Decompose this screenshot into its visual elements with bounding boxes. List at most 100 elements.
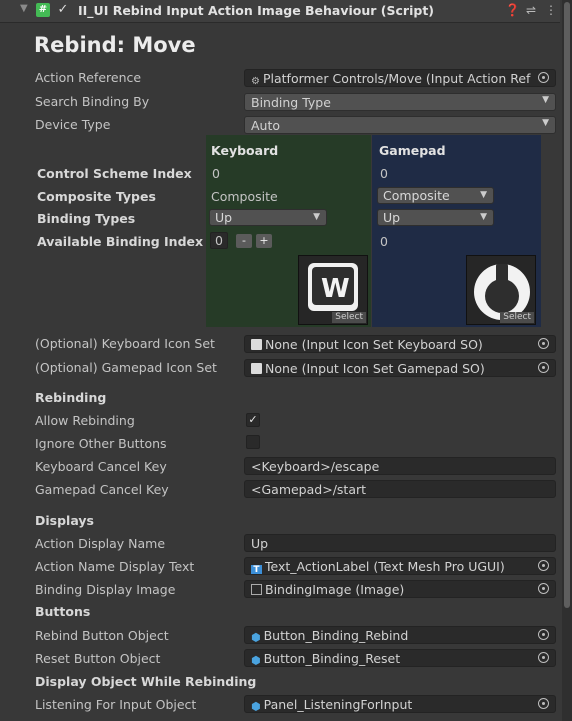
chevron-down-icon: ▼	[542, 118, 549, 128]
chevron-down-icon: ▼	[480, 190, 487, 200]
ignore-other-buttons-label: Ignore Other Buttons	[35, 436, 167, 451]
file-icon	[251, 363, 262, 374]
action-name-display-text-value: Text_ActionLabel (Text Mesh Pro UGUI)	[265, 559, 505, 574]
action-reference-value: Platformer Controls/Move (Input Action R…	[262, 71, 531, 86]
allow-rebinding-checkbox[interactable]: ✓	[246, 413, 260, 427]
gamepad-cancel-key-label: Gamepad Cancel Key	[35, 482, 169, 497]
chevron-down-icon: ▼	[480, 212, 487, 222]
gamepad-binding-type-dropdown[interactable]: Up ▼	[377, 209, 494, 226]
object-picker-icon[interactable]	[538, 583, 549, 594]
gamepad-binding-type-value: Up	[383, 210, 401, 225]
keyboard-cancel-key-value: <Keyboard>/escape	[251, 459, 380, 474]
text-mesh-pro-icon: T	[251, 565, 262, 574]
file-icon	[251, 339, 262, 350]
action-display-name-field[interactable]: Up	[244, 534, 556, 552]
chevron-down-icon: ▼	[313, 212, 320, 222]
keyboard-icon-set-label: (Optional) Keyboard Icon Set	[35, 336, 215, 351]
search-binding-label: Search Binding By	[35, 94, 150, 109]
keyboard-composite-type: Composite	[211, 189, 278, 204]
action-reference-label: Action Reference	[35, 70, 142, 85]
action-display-name-label: Action Display Name	[35, 536, 166, 551]
chevron-down-icon: ▼	[542, 95, 549, 105]
object-picker-icon[interactable]	[538, 698, 549, 709]
keyboard-increment-button[interactable]: +	[256, 234, 272, 248]
allow-rebinding-label: Allow Rebinding	[35, 413, 135, 428]
search-binding-dropdown[interactable]: Binding Type ▼	[244, 93, 556, 111]
image-icon	[251, 584, 262, 595]
help-icon[interactable]: ❓	[505, 3, 520, 17]
gameobject-icon: ⬢	[251, 631, 261, 644]
reset-button-object-label: Reset Button Object	[35, 651, 161, 666]
object-picker-icon[interactable]	[538, 652, 549, 663]
listening-for-input-value: Panel_ListeningForInput	[263, 697, 413, 712]
component-title: II_UI Rebind Input Action Image Behaviou…	[78, 3, 435, 18]
keyboard-binding-icon-tile[interactable]: W Select	[298, 255, 368, 325]
script-icon: #	[36, 3, 50, 17]
listening-for-input-field[interactable]: ⬢ Panel_ListeningForInput	[244, 695, 556, 713]
binding-display-image-label: Binding Display Image	[35, 582, 176, 597]
gamepad-available-index: 0	[380, 234, 388, 249]
action-reference-field[interactable]: ⚙ Platformer Controls/Move (Input Action …	[244, 69, 556, 87]
reset-button-object-field[interactable]: ⬢ Button_Binding_Reset	[244, 649, 556, 667]
keyboard-cancel-key-label: Keyboard Cancel Key	[35, 459, 167, 474]
keyboard-control-scheme-index: 0	[212, 166, 220, 181]
object-picker-icon[interactable]	[538, 560, 549, 571]
search-binding-value: Binding Type	[251, 95, 331, 110]
input-action-icon: ⚙	[251, 76, 260, 87]
component-enabled-checkbox[interactable]: ✓	[56, 3, 70, 17]
keyboard-cancel-key-field[interactable]: <Keyboard>/escape	[244, 457, 556, 475]
action-display-name-value: Up	[251, 536, 269, 551]
binding-display-image-value: BindingImage (Image)	[265, 582, 405, 597]
gamepad-composite-type-value: Composite	[383, 188, 450, 203]
gamepad-column-title: Gamepad	[379, 143, 446, 158]
object-picker-icon[interactable]	[538, 362, 549, 373]
gamepad-icon-set-field[interactable]: None (Input Icon Set Gamepad SO)	[244, 359, 556, 377]
action-name-display-text-label: Action Name Display Text	[35, 559, 195, 574]
rebind-title: Rebind: Move	[34, 33, 196, 57]
object-picker-icon[interactable]	[538, 629, 549, 640]
binding-display-image-field[interactable]: BindingImage (Image)	[244, 580, 556, 598]
device-type-label: Device Type	[35, 117, 111, 132]
keyboard-available-index-field[interactable]: 0	[210, 232, 228, 249]
keyboard-select-button[interactable]: Select	[332, 312, 366, 323]
rebinding-section-header: Rebinding	[35, 390, 107, 405]
gamepad-select-button[interactable]: Select	[500, 312, 534, 323]
rebind-button-object-label: Rebind Button Object	[35, 628, 169, 643]
display-while-rebinding-header: Display Object While Rebinding	[35, 674, 257, 689]
more-options-icon[interactable]: ⋮	[545, 3, 557, 17]
keyboard-icon-set-value: None (Input Icon Set Keyboard SO)	[265, 337, 483, 352]
buttons-section-header: Buttons	[35, 604, 91, 619]
foldout-arrow-icon[interactable]: ▼	[20, 3, 28, 14]
scrollbar-thumb[interactable]	[564, 2, 570, 608]
row-label-binding-types: Binding Types	[37, 211, 136, 226]
row-label-composite-types: Composite Types	[37, 189, 156, 204]
device-type-dropdown[interactable]: Auto ▼	[244, 116, 556, 134]
displays-section-header: Displays	[35, 513, 94, 528]
action-name-display-text-field[interactable]: T Text_ActionLabel (Text Mesh Pro UGUI)	[244, 557, 556, 575]
gameobject-icon: ⬢	[251, 700, 261, 713]
gamepad-icon-set-value: None (Input Icon Set Gamepad SO)	[265, 361, 485, 376]
rebind-button-object-value: Button_Binding_Rebind	[263, 628, 409, 643]
keyboard-icon-set-field[interactable]: None (Input Icon Set Keyboard SO)	[244, 335, 556, 353]
gamepad-icon-set-label: (Optional) Gamepad Icon Set	[35, 360, 217, 375]
rebind-button-object-field[interactable]: ⬢ Button_Binding_Rebind	[244, 626, 556, 644]
keyboard-column-title: Keyboard	[211, 143, 279, 158]
object-picker-icon[interactable]	[538, 338, 549, 349]
gamepad-composite-type-dropdown[interactable]: Composite ▼	[377, 187, 494, 204]
keyboard-binding-type-dropdown[interactable]: Up ▼	[209, 209, 327, 226]
row-label-control-scheme: Control Scheme Index	[37, 166, 192, 181]
ignore-other-buttons-checkbox[interactable]	[246, 435, 260, 449]
gamepad-binding-icon-tile[interactable]: Select	[466, 255, 536, 325]
keyboard-binding-type-value: Up	[215, 210, 233, 225]
keyboard-decrement-button[interactable]: -	[236, 234, 252, 248]
row-label-available-index: Available Binding Index	[37, 234, 204, 249]
device-type-value: Auto	[251, 118, 281, 133]
object-picker-icon[interactable]	[538, 72, 549, 83]
listening-for-input-label: Listening For Input Object	[35, 697, 197, 712]
reset-button-object-value: Button_Binding_Reset	[263, 651, 401, 666]
gamepad-control-scheme-index: 0	[380, 166, 388, 181]
gamepad-cancel-key-field[interactable]: <Gamepad>/start	[244, 480, 556, 498]
keyboard-key-letter: W	[321, 274, 350, 304]
presets-icon[interactable]: ⇌	[526, 3, 536, 17]
gameobject-icon: ⬢	[251, 654, 261, 667]
